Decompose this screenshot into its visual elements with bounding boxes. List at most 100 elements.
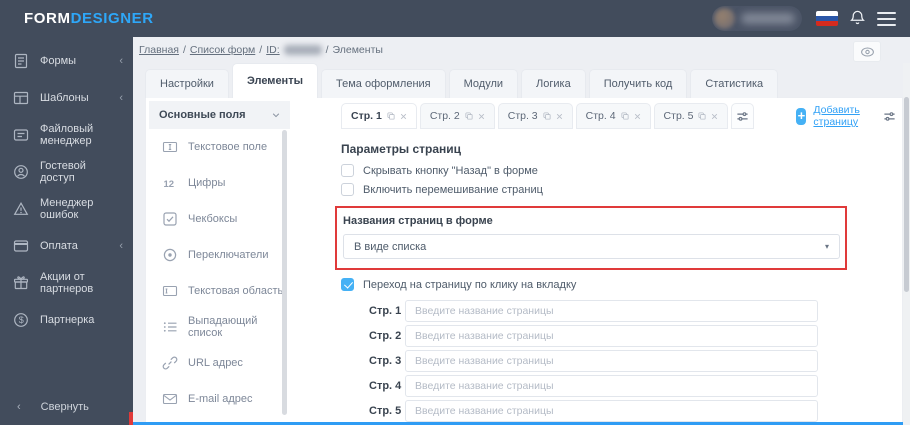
field-label: E-mail адрес [188,393,253,405]
copy-page-icon[interactable] [621,112,629,120]
page-scrollbar-thumb[interactable] [904,97,909,292]
sidebar-item-partner-promos[interactable]: Акции от партнеров [0,264,133,301]
sidebar-item-affiliate[interactable]: $ Партнерка [0,301,133,338]
menu-burger-icon[interactable] [877,12,896,26]
tab-modules[interactable]: Модули [448,69,519,98]
field-textarea[interactable]: Текстовая область [149,273,290,309]
field-label: Текстовое поле [188,141,268,153]
copy-page-icon[interactable] [543,112,551,120]
radio-icon [162,247,178,263]
tab-settings[interactable]: Настройки [145,69,229,98]
checkbox-checked[interactable] [341,278,354,291]
form-tabs: Настройки Элементы Тема оформления Модул… [145,63,781,98]
sidebar-item-templates[interactable]: Шаблоны ‹ [0,79,133,116]
add-page-link[interactable]: Добавить страницу [813,104,869,128]
logo-form: FORM [24,10,71,27]
close-page-icon[interactable] [711,113,718,120]
page-tab-1[interactable]: Стр. 1 [341,103,417,129]
preview-eye-button[interactable] [853,41,881,62]
tab-statistics[interactable]: Статистика [690,69,779,98]
pages-sort-tab[interactable] [731,103,755,129]
sidebar: Формы ‹ Шаблоны ‹ Файловый менеджер Гост… [0,37,133,425]
page-tab-label: Стр. 2 [429,110,460,122]
page-name-input-1[interactable] [405,300,818,322]
link-icon [162,355,178,371]
breadcrumb-home[interactable]: Главная [139,44,179,56]
field-label: Текстовая область [188,285,284,297]
breadcrumb-forms-list[interactable]: Список форм [190,44,255,56]
gift-icon [13,275,29,291]
copy-page-icon[interactable] [465,112,473,120]
pages-settings-icon[interactable] [883,111,896,122]
fields-panel: Основные поля Текстовое поле 12 Цифры Че… [149,101,290,423]
close-page-icon[interactable] [478,113,485,120]
sidebar-item-error-manager[interactable]: Менеджер ошибок [0,190,133,227]
checkbox-unchecked[interactable] [341,164,354,177]
sidebar-item-forms[interactable]: Формы ‹ [0,42,133,79]
svg-text:$: $ [19,315,24,325]
red-annotation-edge [129,412,133,425]
file-card-icon [13,127,29,143]
page-tab-2[interactable]: Стр. 2 [419,103,495,129]
form-doc-icon [13,53,29,69]
tab-get-code[interactable]: Получить код [588,69,688,98]
page-name-input-2[interactable] [405,325,818,347]
page-name-input-5[interactable] [405,400,818,422]
layout-icon [13,90,29,106]
page-tab-4[interactable]: Стр. 4 [575,103,651,129]
sidebar-item-file-manager[interactable]: Файловый менеджер [0,116,133,153]
notifications-bell-icon[interactable] [849,9,866,27]
user-circle-icon [13,164,29,180]
close-page-icon[interactable] [556,113,563,120]
add-page-plus-button[interactable]: + [796,107,807,125]
copy-page-icon[interactable] [387,112,395,120]
field-radios[interactable]: Переключатели [149,237,290,273]
field-checkboxes[interactable]: Чекбоксы [149,201,290,237]
field-numbers[interactable]: 12 Цифры [149,165,290,201]
breadcrumb-form-id[interactable]: ID: [266,44,279,56]
checkbox-icon [162,211,178,227]
fields-panel-header[interactable]: Основные поля [149,101,290,129]
sidebar-item-payment[interactable]: Оплата ‹ [0,227,133,264]
field-email[interactable]: E-mail адрес [149,381,290,417]
sidebar-collapse-button[interactable]: ‹ Свернуть [0,389,133,425]
page-tab-3[interactable]: Стр. 3 [497,103,573,129]
page-tabs-bar: Стр. 1 Стр. 2 Стр. 3 Стр. 4 Стр. 5 + Доб… [341,102,896,130]
row-label: Стр. 2 [369,330,402,342]
checkbox-unchecked[interactable] [341,183,354,196]
eye-icon [860,46,874,57]
sidebar-label: Гостевой доступ [40,159,86,184]
breadcrumb-separator: / [182,44,186,56]
add-page-control: + Добавить страницу [796,104,869,128]
tab-logic[interactable]: Логика [521,69,586,98]
sidebar-item-guest-access[interactable]: Гостевой доступ [0,153,133,190]
select-caret-icon: ▾ [824,242,829,251]
page-names-display-select[interactable]: В виде списка ▾ [343,234,840,259]
page-tab-5[interactable]: Стр. 5 [653,103,729,129]
field-dropdown[interactable]: Выпадающий список [149,309,290,345]
page-tab-label: Стр. 3 [507,110,538,122]
page-name-row-5: Стр. 5 [341,400,896,422]
page-name-input-3[interactable] [405,350,818,372]
page-tab-label: Стр. 4 [585,110,616,122]
close-page-icon[interactable] [634,113,641,120]
page-name-row-3: Стр. 3 [341,350,896,372]
language-flag-russia-icon[interactable] [816,11,838,26]
user-account-chip[interactable] [712,6,802,31]
dollar-circle-icon: $ [13,312,29,328]
field-text-input[interactable]: Текстовое поле [149,129,290,165]
checkbox-label: Включить перемешивание страниц [363,183,543,196]
close-page-icon[interactable] [400,113,407,120]
sidebar-label: Оплата [40,239,78,252]
copy-page-icon[interactable] [698,112,706,120]
panel-scrollbar[interactable] [282,130,287,415]
app-logo[interactable]: FORMDESIGNER [24,10,154,27]
tab-elements[interactable]: Элементы [231,63,318,98]
checkbox-label: Переход на страницу по клику на вкладку [363,278,577,291]
username-redacted [741,13,795,24]
field-label: Чекбоксы [188,213,238,225]
topbar: FORMDESIGNER [0,0,910,37]
tab-theme[interactable]: Тема оформления [321,69,446,98]
field-url[interactable]: URL адрес [149,345,290,381]
page-name-input-4[interactable] [405,375,818,397]
